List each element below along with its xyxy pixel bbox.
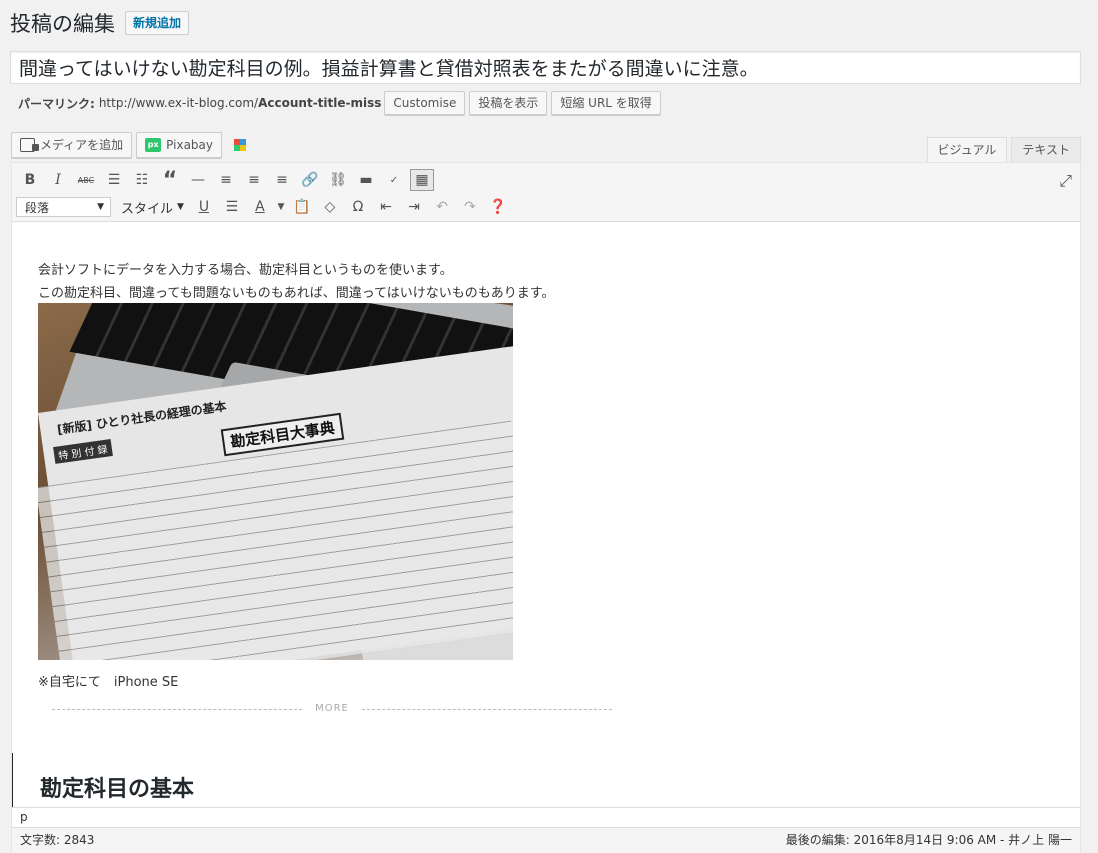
indent-icon[interactable]: ⇥ [400,195,428,219]
permalink-slug[interactable]: Account-title-miss [258,96,381,110]
toolbar-toggle-icon[interactable]: ▦ [410,169,434,191]
permalink-base-url: http://www.ex-it-blog.com/ [98,96,259,110]
justify-icon[interactable]: ☰ [218,195,246,219]
editor-footer: 文字数: 2843 最後の編集: 2016年8月14日 9:06 AM - 井ノ… [12,827,1080,853]
clear-format-icon[interactable]: ◇ [316,195,344,219]
section-heading: 勘定科目の基本 [40,777,195,802]
media-icon [20,138,39,152]
bold-icon[interactable]: B [16,168,44,192]
numbered-list-icon[interactable]: ☷ [128,168,156,192]
editor: B I ABC ☰ ☷ “ — ≡ ≡ ≡ 🔗 ⛓ ▬ ✓ ▦ 段落 ▼ スタイ… [11,162,1081,853]
permalink-label: パーマリンク: [18,96,95,111]
chevron-down-icon[interactable]: ▼ [274,195,288,219]
align-center-icon[interactable]: ≡ [240,168,268,192]
page-title: 投稿の編集 [10,12,115,36]
customise-permalink-button[interactable]: Customise [384,91,466,115]
blockquote-icon[interactable]: “ [156,168,184,193]
view-post-button[interactable]: 投稿を表示 [469,91,548,115]
align-right-icon[interactable]: ≡ [268,168,296,192]
chevron-down-icon: ▼ [97,202,104,212]
pixabay-label: Pixabay [166,138,214,152]
horizontal-line-icon[interactable]: — [184,168,212,192]
link-icon[interactable]: 🔗 [296,168,324,192]
unlink-icon[interactable]: ⛓ [324,168,352,192]
permalink-row: パーマリンク: http://www.ex-it-blog.com/ Accou… [18,91,665,115]
chevron-down-icon: ▼ [177,202,184,212]
strikethrough-icon[interactable]: ABC [72,168,100,192]
italic-icon[interactable]: I [44,168,72,192]
text-color-icon[interactable]: A [246,195,274,219]
paste-text-icon[interactable]: 📋 [288,195,316,219]
spellcheck-icon[interactable]: ✓ [380,168,408,192]
color-grid-icon[interactable] [234,139,247,151]
add-media-button[interactable]: メディアを追加 [11,132,133,158]
post-image[interactable]: [新版] ひとり社長の経理の基本 特 別 付 録 勘定科目大事典 [38,303,513,660]
outdent-icon[interactable]: ⇤ [372,195,400,219]
style-dropdown-label: スタイル [121,201,174,217]
bullet-list-icon[interactable]: ☰ [100,168,128,192]
image-caption: ※自宅にて iPhone SE [38,675,179,690]
special-char-icon[interactable]: Ω [344,195,372,219]
text-cursor [12,753,13,807]
media-buttons: メディアを追加 px Pixabay [11,132,247,158]
help-icon[interactable]: ❓ [484,195,512,219]
format-select-value: 段落 [25,200,50,215]
editor-tabs: ビジュアル テキスト [923,137,1081,163]
editor-content[interactable]: 会計ソフトにデータを入力する場合、勘定科目というものを使います。 この勘定科目、… [12,223,1080,807]
read-more-icon[interactable]: ▬ [352,168,380,192]
style-dropdown[interactable]: スタイル ▼ [115,198,190,217]
format-select[interactable]: 段落 ▼ [16,197,111,217]
editor-toolbar: B I ABC ☰ ☷ “ — ≡ ≡ ≡ 🔗 ⛓ ▬ ✓ ▦ 段落 ▼ スタイ… [12,163,1080,222]
redo-icon[interactable]: ↷ [456,195,484,219]
get-shortlink-button[interactable]: 短縮 URL を取得 [551,91,661,115]
tab-visual[interactable]: ビジュアル [926,137,1008,163]
pixabay-icon: px [145,138,162,152]
more-tag[interactable]: MORE [52,703,612,714]
underline-icon[interactable]: U [190,195,218,219]
page-header: 投稿の編集 新規追加 [10,8,190,38]
pixabay-button[interactable]: px Pixabay [136,132,223,158]
post-title-input[interactable] [10,51,1081,84]
add-new-button[interactable]: 新規追加 [125,11,190,35]
toolbar-row-2: 段落 ▼ スタイル ▼ U ☰ A ▼ 📋 ◇ Ω ⇤ ⇥ ↶ ↷ ❓ [16,195,512,219]
tab-text[interactable]: テキスト [1011,137,1081,163]
word-count: 文字数: 2843 [20,833,95,847]
paragraph: 会計ソフトにデータを入力する場合、勘定科目というものを使います。 [38,263,453,278]
last-edited: 最後の編集: 2016年8月14日 9:06 AM - 井ノ上 陽一 [785,833,1072,847]
align-left-icon[interactable]: ≡ [212,168,240,192]
add-media-label: メディアを追加 [40,138,124,152]
element-path: p [12,807,1080,827]
undo-icon[interactable]: ↶ [428,195,456,219]
fullscreen-icon[interactable]: ⤢ [1059,171,1072,191]
paragraph: この勘定科目、間違っても問題ないものもあれば、間違ってはいけないものもあります。 [38,286,555,301]
toolbar-row-1: B I ABC ☰ ☷ “ — ≡ ≡ ≡ 🔗 ⛓ ▬ ✓ ▦ [16,168,436,193]
